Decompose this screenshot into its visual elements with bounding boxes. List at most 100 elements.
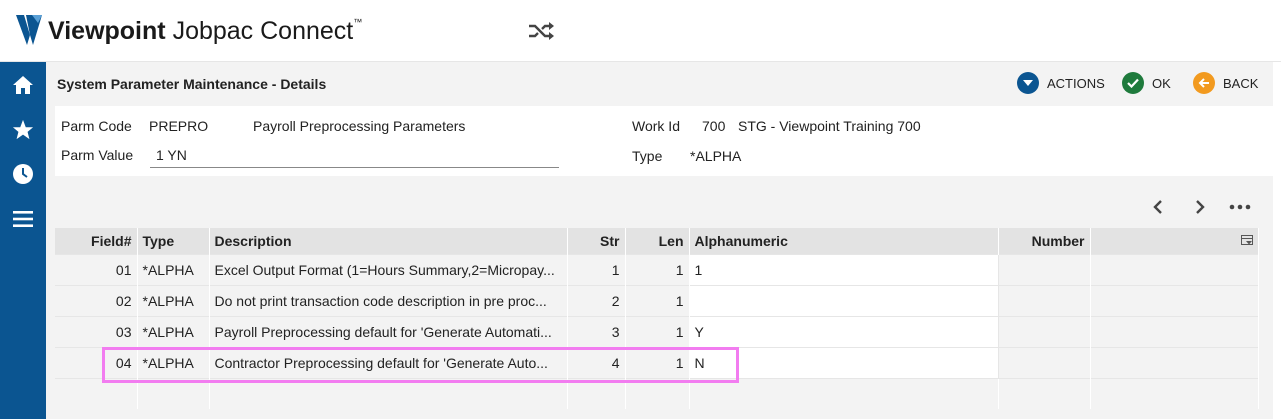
- parm-code-label: Parm Code: [61, 118, 132, 134]
- next-page-button[interactable]: [1187, 195, 1213, 219]
- shuffle-icon[interactable]: [527, 20, 555, 42]
- cell-spacer: [1090, 346, 1259, 378]
- chevron-right-icon: [1196, 200, 1205, 214]
- cell-empty: [55, 377, 138, 409]
- scroll-gutter: [1273, 62, 1281, 419]
- page-title: System Parameter Maintenance - Details: [57, 76, 327, 92]
- cell-number: [998, 346, 1091, 378]
- home-icon: [13, 76, 33, 94]
- cell-empty: [137, 377, 210, 409]
- more-icon: [1229, 204, 1251, 210]
- cell-description: Contractor Preprocessing default for 'Ge…: [209, 346, 568, 378]
- column-header-alphanumeric[interactable]: Alphanumeric: [689, 228, 999, 254]
- checkmark-icon: [1122, 72, 1144, 94]
- cell-len: 1: [625, 253, 690, 285]
- column-settings[interactable]: [1090, 228, 1259, 254]
- clock-icon: [13, 164, 33, 184]
- table-row[interactable]: 04 *ALPHA Contractor Preprocessing defau…: [55, 346, 1259, 378]
- type-label: Type: [632, 148, 663, 164]
- cell-str: 2: [567, 284, 626, 316]
- column-header-str[interactable]: Str: [567, 228, 626, 254]
- brand[interactable]: Viewpoint Jobpac Connect™: [16, 15, 362, 47]
- title-bar: System Parameter Maintenance - Details A…: [46, 62, 1281, 106]
- table-row-empty: [55, 377, 1259, 409]
- brand-name: Viewpoint: [48, 17, 166, 45]
- nav-recent[interactable]: [7, 158, 39, 190]
- cell-empty: [625, 377, 690, 409]
- menu-icon: [13, 211, 33, 227]
- cell-type: *ALPHA: [137, 315, 210, 347]
- cell-len: 1: [625, 346, 690, 378]
- cell-empty: [1090, 377, 1259, 409]
- cell-empty: [998, 377, 1091, 409]
- cell-empty: [209, 377, 568, 409]
- brand-product: Jobpac Connect: [172, 17, 354, 45]
- nav-favorites[interactable]: [7, 114, 39, 146]
- star-icon: [12, 119, 34, 140]
- main-content: System Parameter Maintenance - Details A…: [46, 62, 1281, 419]
- column-header-number[interactable]: Number: [998, 228, 1091, 254]
- details-form: Parm Code PREPRO Payroll Preprocessing P…: [55, 106, 1273, 176]
- cell-alphanumeric-input[interactable]: Y: [689, 315, 999, 347]
- cell-field: 02: [55, 284, 138, 316]
- cell-str: 4: [567, 346, 626, 378]
- cell-description: Excel Output Format (1=Hours Summary,2=M…: [209, 253, 568, 285]
- left-navigation: [0, 62, 46, 419]
- chevron-left-icon: [1153, 200, 1162, 214]
- app-title: Viewpoint Jobpac Connect™: [48, 15, 362, 47]
- parm-value-input[interactable]: [150, 142, 559, 168]
- cell-str: 1: [567, 253, 626, 285]
- previous-page-button[interactable]: [1145, 195, 1171, 219]
- cell-number: [998, 284, 1091, 316]
- cell-alphanumeric-input[interactable]: [689, 284, 999, 316]
- parm-code-description: Payroll Preprocessing Parameters: [253, 118, 466, 134]
- column-header-len[interactable]: Len: [625, 228, 690, 254]
- table-row[interactable]: 03 *ALPHA Payroll Preprocessing default …: [55, 315, 1259, 347]
- chevron-down-icon: [1017, 72, 1039, 94]
- arrow-left-icon: [1193, 72, 1215, 94]
- parm-code-value: PREPRO: [149, 118, 209, 134]
- work-id-label: Work Id: [632, 118, 680, 134]
- cell-empty: [567, 377, 626, 409]
- back-button[interactable]: BACK: [1193, 72, 1258, 94]
- table-header-row: Field# Type Description Str Len Alphanum…: [55, 228, 1259, 254]
- cell-description: Payroll Preprocessing default for 'Gener…: [209, 315, 568, 347]
- cell-alphanumeric-input[interactable]: N: [689, 346, 999, 378]
- actions-button[interactable]: ACTIONS: [1017, 72, 1105, 94]
- column-header-description[interactable]: Description: [209, 228, 568, 254]
- back-label: BACK: [1223, 75, 1259, 91]
- cell-type: *ALPHA: [137, 284, 210, 316]
- nav-menu[interactable]: [7, 203, 39, 235]
- cell-spacer: [1090, 315, 1259, 347]
- type-value: *ALPHA: [690, 148, 742, 164]
- cell-type: *ALPHA: [137, 346, 210, 378]
- trademark-mark: ™: [353, 17, 363, 27]
- column-settings-icon: [1240, 234, 1253, 245]
- nav-home[interactable]: [7, 69, 39, 101]
- cell-spacer: [1090, 284, 1259, 316]
- more-options-button[interactable]: [1227, 195, 1253, 219]
- parm-value-label: Parm Value: [61, 147, 134, 163]
- column-header-field[interactable]: Field#: [55, 228, 138, 254]
- cell-len: 1: [625, 284, 690, 316]
- cell-empty: [689, 377, 999, 409]
- cell-len: 1: [625, 315, 690, 347]
- table-row[interactable]: 02 *ALPHA Do not print transaction code …: [55, 284, 1259, 316]
- ok-label: OK: [1152, 75, 1171, 91]
- cell-alphanumeric-input[interactable]: 1: [689, 253, 999, 285]
- work-id-value: 700: [702, 118, 726, 134]
- table-row[interactable]: 01 *ALPHA Excel Output Format (1=Hours S…: [55, 253, 1259, 285]
- cell-number: [998, 253, 1091, 285]
- cell-spacer: [1090, 253, 1259, 285]
- cell-number: [998, 315, 1091, 347]
- actions-label: ACTIONS: [1047, 75, 1105, 91]
- app-header: Viewpoint Jobpac Connect™: [0, 0, 1281, 62]
- cell-field: 04: [55, 346, 138, 378]
- column-header-type[interactable]: Type: [137, 228, 210, 254]
- ok-button[interactable]: OK: [1122, 72, 1171, 94]
- cell-type: *ALPHA: [137, 253, 210, 285]
- work-id-description: STG - Viewpoint Training 700: [738, 118, 921, 134]
- cell-description: Do not print transaction code descriptio…: [209, 284, 568, 316]
- cell-field: 03: [55, 315, 138, 347]
- viewpoint-logo-icon: [16, 15, 42, 45]
